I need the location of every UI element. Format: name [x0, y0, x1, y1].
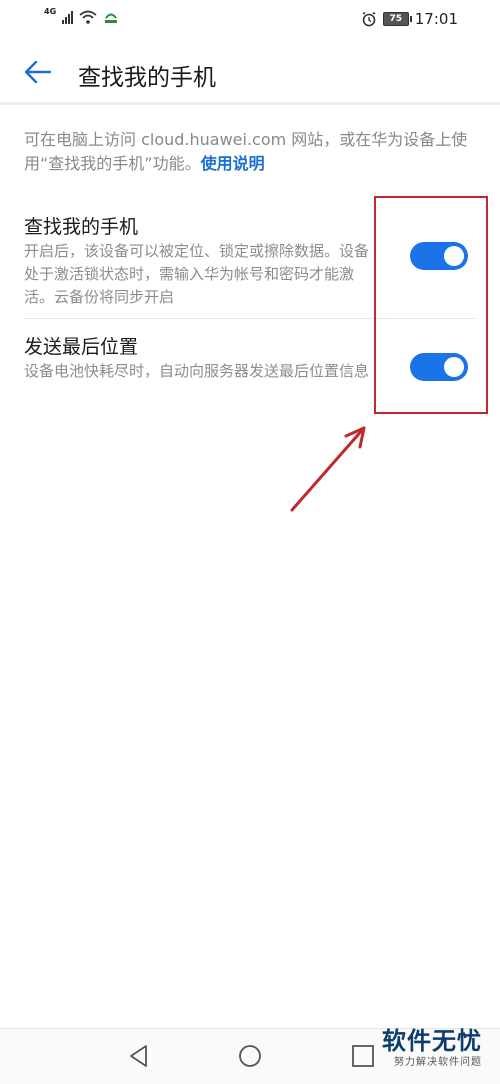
watermark-logo: 软件无忧 努力解决软件问题	[382, 1026, 482, 1070]
status-bar: 4G 75 17:01	[0, 0, 500, 40]
page-title: 查找我的手机	[78, 65, 216, 91]
status-right: 75 17:01	[361, 10, 458, 28]
back-button[interactable]	[20, 54, 56, 90]
wifi-icon	[79, 10, 97, 24]
setting-title: 发送最后位置	[24, 336, 139, 358]
nav-recents-icon[interactable]	[350, 1043, 376, 1069]
status-left: 4G	[44, 7, 119, 24]
back-arrow-icon	[24, 60, 52, 84]
nav-home-icon[interactable]	[237, 1043, 263, 1069]
status-time: 17:01	[414, 10, 458, 28]
header-divider	[0, 102, 500, 105]
alarm-clock-icon	[362, 11, 376, 27]
network-type-label: 4G	[44, 7, 57, 16]
app-header: 查找我的手机	[0, 40, 500, 104]
app-notification-icon	[105, 13, 118, 23]
setting-title: 查找我的手机	[24, 216, 139, 238]
annotation-highlight-box	[374, 196, 488, 414]
watermark-title: 软件无忧	[382, 1027, 482, 1055]
nav-back-icon[interactable]	[126, 1043, 152, 1069]
signal-strength-icon	[62, 10, 74, 24]
battery-icon: 75	[382, 12, 412, 26]
setting-description: 设备电池快耗尽时，自动向服务器发送最后位置信息	[24, 362, 370, 380]
help-link[interactable]: 使用说明	[201, 154, 265, 173]
setting-description: 开启后，该设备可以被定位、锁定或擦除数据。设备处于激活锁状态时，需输入华为帐号和…	[24, 242, 370, 306]
annotation-arrow-icon	[290, 426, 366, 512]
intro-text-block: 可在电脑上访问 cloud.huawei.com 网站，或在华为设备上使用“查找…	[24, 128, 480, 176]
watermark-subtitle: 努力解决软件问题	[394, 1057, 482, 1068]
